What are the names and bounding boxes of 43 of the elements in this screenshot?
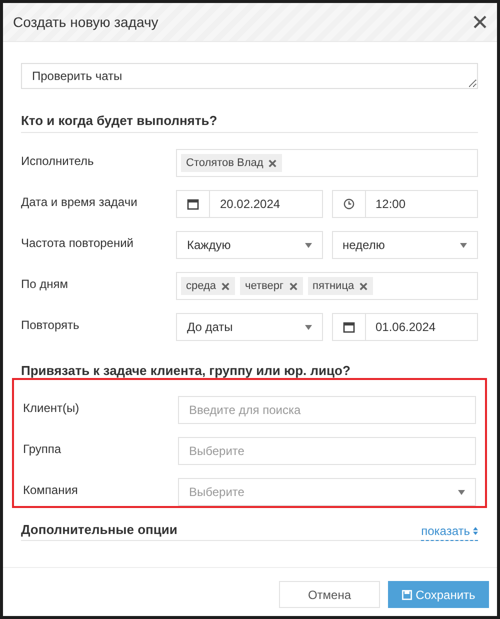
task-text-field[interactable]: Проверить чаты xyxy=(21,63,478,89)
field-label: Исполнитель xyxy=(21,153,95,168)
tag-chip: среда xyxy=(181,277,236,295)
select-field[interactable]: неделю xyxy=(332,231,478,259)
date-field[interactable]: 20.02.2024 xyxy=(176,190,322,218)
remove-icon[interactable] xyxy=(288,282,298,290)
remove-icon[interactable] xyxy=(221,282,230,290)
remove-icon[interactable] xyxy=(268,158,278,168)
select-field[interactable]: Каждую xyxy=(176,231,322,259)
caret-icon xyxy=(460,242,467,248)
cancel-button[interactable]: Отмена xyxy=(279,581,380,608)
sort-icon xyxy=(473,527,478,535)
caret-icon xyxy=(304,242,312,248)
close-icon xyxy=(473,15,487,29)
field-label: По дням xyxy=(21,276,70,291)
field-label: Частота повторений xyxy=(21,235,135,250)
close-button[interactable] xyxy=(473,15,487,29)
dialog-title: Создать новую задачу xyxy=(13,14,158,30)
input-field[interactable]: Введите для поиска xyxy=(178,396,476,424)
calendar-icon xyxy=(187,198,199,210)
caret-icon xyxy=(458,490,465,494)
field-label: Дата и время задачи xyxy=(21,194,138,209)
field-label: Группа xyxy=(23,441,62,456)
field-label: Клиент(ы) xyxy=(23,400,80,415)
section-heading: Дополнительные опции xyxy=(21,522,178,539)
time-field[interactable]: 12:00 xyxy=(332,190,478,218)
save-icon xyxy=(402,590,412,600)
section-heading: Кто и когда будет выполнять? xyxy=(21,113,478,133)
date-field[interactable]: 01.06.2024 xyxy=(332,313,478,341)
section-heading: Привязать к задаче клиента, группу или юр. лицо? xyxy=(21,363,352,378)
caret-icon xyxy=(304,324,312,330)
field-label: Повторять xyxy=(21,317,80,332)
calendar-icon xyxy=(342,321,354,333)
remove-icon[interactable] xyxy=(359,282,368,290)
tag-field[interactable]: среда четверг пятница xyxy=(176,272,478,300)
tag-field[interactable]: Столятов Влад xyxy=(176,149,478,177)
tag-chip: пятница xyxy=(308,277,374,295)
clock-icon xyxy=(342,198,354,210)
tag-chip: Столятов Влад xyxy=(181,154,282,172)
tag-chip: четверг xyxy=(240,277,303,295)
field-label: Компания xyxy=(23,482,79,497)
select-field[interactable]: До даты xyxy=(176,313,322,341)
input-field[interactable]: Выберите xyxy=(178,437,476,465)
